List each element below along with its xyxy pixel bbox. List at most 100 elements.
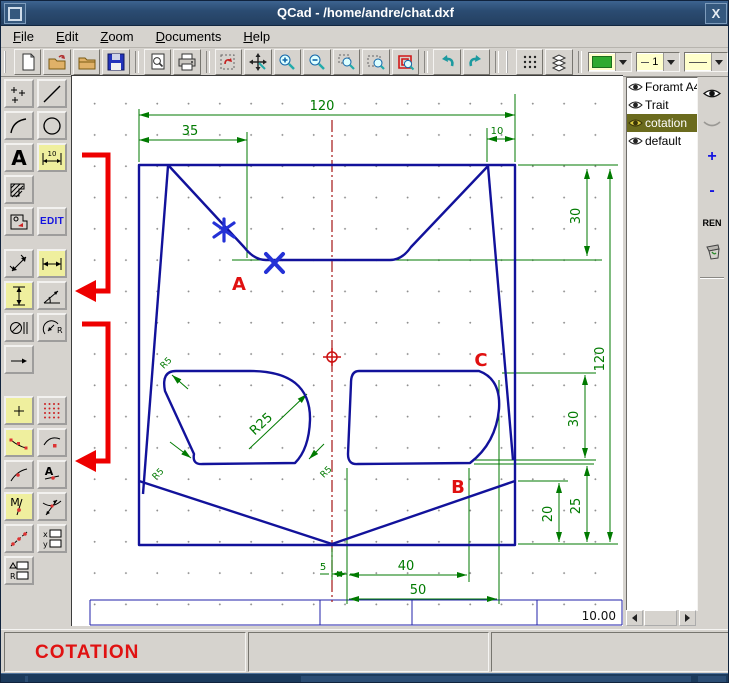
zoom-window-button[interactable] [333, 49, 360, 75]
import-document-button[interactable] [73, 49, 100, 75]
layer-item-cotation[interactable]: cotation [627, 114, 697, 132]
dropdown-arrow[interactable] [615, 53, 631, 71]
dim-vertical-tool[interactable] [4, 281, 34, 310]
layer-item-format[interactable]: Foramt A4 [627, 78, 697, 96]
new-document-button[interactable] [14, 49, 41, 75]
canvas-area[interactable]: 10.00 [71, 75, 623, 626]
arc-tool[interactable] [4, 111, 34, 140]
edit-button[interactable]: EDIT [37, 207, 67, 236]
taskbar[interactable] [1, 673, 729, 683]
toolbar-separator [495, 51, 499, 73]
menu-file[interactable]: File [3, 27, 44, 46]
dim-ear-height: 30 [569, 208, 584, 225]
eye-icon [703, 87, 721, 100]
line-tool-icon [40, 82, 64, 106]
menu-edit[interactable]: Edit [46, 27, 88, 46]
line-width-select[interactable]: 1 [636, 52, 680, 72]
dropdown-arrow[interactable] [711, 53, 727, 71]
snap-free-tool[interactable] [4, 396, 34, 425]
menu-help[interactable]: Help [233, 27, 280, 46]
asterisk-marker [214, 219, 234, 241]
add-layer-button[interactable]: + [698, 145, 726, 169]
eye-icon [628, 99, 643, 111]
snap-intersection-tool[interactable] [37, 492, 67, 521]
toolbar-grip[interactable] [506, 51, 512, 73]
drawing[interactable]: 10.00 [72, 76, 624, 627]
layer-color-select[interactable] [588, 52, 632, 72]
dim-eye-width: 40 [398, 559, 415, 574]
redo-button[interactable] [463, 49, 490, 75]
x-marker [266, 254, 283, 272]
scroll-right-button[interactable] [679, 610, 696, 626]
snap-manual-tool[interactable]: M [4, 492, 34, 521]
hatch-tool[interactable] [4, 175, 34, 204]
dim-horizontal-tool[interactable] [37, 249, 67, 278]
hide-all-layers-button[interactable] [698, 111, 726, 135]
snap-middle-tool[interactable] [4, 460, 34, 489]
zoom-auto-icon [218, 52, 238, 72]
snap-distance-tool[interactable] [4, 524, 34, 553]
color-swatch [592, 56, 612, 68]
coordinates-xy-tool[interactable]: xy [37, 524, 67, 553]
qcad-window: QCad - /home/andre/chat.dxf X File Edit … [0, 0, 729, 683]
delete-layer-button[interactable] [698, 239, 726, 263]
open-folder-icon [47, 52, 67, 72]
save-document-button[interactable] [102, 49, 129, 75]
layer-item-trait[interactable]: Trait [627, 96, 697, 114]
dropdown-arrow[interactable] [663, 53, 679, 71]
point-tool[interactable] [4, 79, 34, 108]
menu-documents[interactable]: Documents [146, 27, 232, 46]
print-button[interactable] [173, 49, 200, 75]
zoom-previous-icon [366, 52, 386, 72]
close-button[interactable]: X [705, 3, 727, 24]
close-icon: X [712, 6, 721, 21]
rename-layer-button[interactable]: REN [698, 211, 726, 235]
dim-angular-tool[interactable] [37, 281, 67, 310]
svg-text:R: R [57, 326, 63, 335]
title-bar[interactable]: QCad - /home/andre/chat.dxf X [1, 1, 729, 26]
text-tool[interactable]: A [4, 143, 34, 172]
dim-aligned-tool[interactable] [4, 249, 34, 278]
line-type-select[interactable] [684, 52, 728, 72]
layer-list-scrollbar[interactable] [626, 610, 696, 626]
scrollbar-thumb[interactable] [644, 610, 677, 626]
eye-closed-icon [703, 117, 721, 130]
dim-right-offset: 10 [491, 126, 504, 137]
circle-tool[interactable] [37, 111, 67, 140]
grid-toggle-button[interactable] [516, 49, 543, 75]
layer-item-default[interactable]: default [627, 132, 697, 150]
redo-icon [466, 52, 486, 72]
zoom-previous-button[interactable] [362, 49, 389, 75]
snap-on-entity-tool[interactable] [37, 428, 67, 457]
layers-button[interactable] [545, 49, 572, 75]
snap-endpoint-tool[interactable] [4, 428, 34, 457]
label-c: C [474, 350, 487, 371]
snap-auto-tool[interactable]: A [37, 460, 67, 489]
block-tool[interactable] [4, 207, 34, 236]
print-preview-button[interactable] [144, 49, 171, 75]
open-document-button[interactable] [43, 49, 70, 75]
snap-grid-tool[interactable] [37, 396, 67, 425]
line-tool[interactable] [37, 79, 67, 108]
dim-diameter-tool[interactable] [4, 313, 34, 342]
dimension-tool[interactable]: 10 [37, 143, 67, 172]
remove-layer-button[interactable]: - [698, 179, 726, 203]
zoom-pan-button[interactable] [244, 49, 271, 75]
show-all-layers-button[interactable] [698, 81, 726, 105]
redraw-button[interactable] [392, 49, 419, 75]
center-marker [323, 348, 341, 366]
coordinates-polar-tool[interactable]: R [4, 556, 34, 585]
zoom-in-button[interactable] [274, 49, 301, 75]
scroll-left-button[interactable] [626, 610, 643, 626]
folder-icon [77, 52, 97, 72]
zoom-auto-button[interactable] [215, 49, 242, 75]
menu-zoom[interactable]: Zoom [90, 27, 143, 46]
status-mode-panel: COTATION [4, 632, 246, 672]
toolbar-grip[interactable] [4, 51, 10, 73]
zoom-out-button[interactable] [303, 49, 330, 75]
undo-button[interactable] [433, 49, 460, 75]
dim-leader-tool[interactable] [4, 345, 34, 374]
dim-side-height: 120 [593, 347, 608, 372]
layer-list[interactable]: Foramt A4 Trait cotation default [626, 77, 698, 611]
dim-radius-tool[interactable]: R [37, 313, 67, 342]
